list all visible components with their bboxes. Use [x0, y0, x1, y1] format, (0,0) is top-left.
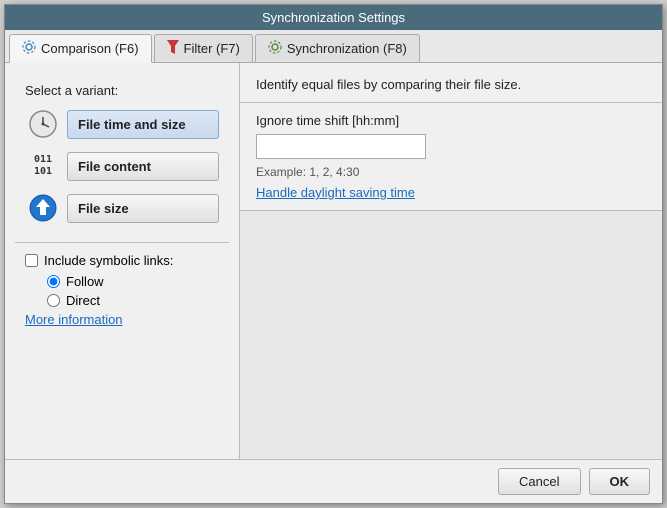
symbolic-links-checkbox[interactable]	[25, 254, 38, 267]
btn-file-size[interactable]: File size	[67, 194, 219, 223]
filter-icon	[167, 40, 179, 57]
example-text: Example: 1, 2, 4:30	[256, 165, 646, 179]
radio-direct-row: Direct	[47, 293, 219, 308]
tab-filter[interactable]: Filter (F7)	[154, 34, 253, 62]
content-area: Select a variant: File time and size	[5, 63, 662, 459]
btn-file-time-size[interactable]: File time and size	[67, 110, 219, 139]
symbolic-links-label: Include symbolic links:	[44, 253, 173, 268]
cancel-button[interactable]: Cancel	[498, 468, 580, 495]
daylight-saving-link[interactable]: Handle daylight saving time	[256, 185, 415, 200]
binary-icon-wrapper: 011101	[25, 148, 61, 184]
title-bar: Synchronization Settings	[5, 5, 662, 30]
tab-synchronization[interactable]: Synchronization (F8)	[255, 34, 420, 62]
variant-section: Select a variant: File time and size	[15, 73, 229, 242]
radio-follow-row: Follow	[47, 274, 219, 289]
tab-filter-label: Filter (F7)	[184, 41, 240, 56]
dialog-window: Synchronization Settings Comparison (F6)…	[4, 4, 663, 504]
symbolic-links-row: Include symbolic links:	[25, 253, 219, 268]
binary-icon: 011101	[34, 154, 52, 178]
left-sections: Select a variant: File time and size	[15, 73, 229, 449]
radio-group: Follow Direct	[47, 274, 219, 308]
upload-icon	[28, 193, 58, 223]
variant-file-size[interactable]: File size	[25, 190, 219, 226]
select-variant-label: Select a variant:	[25, 83, 219, 98]
right-bottom-area	[240, 210, 662, 459]
radio-follow[interactable]	[47, 275, 60, 288]
ignore-time-shift-label: Ignore time shift [hh:mm]	[256, 113, 646, 128]
ignore-time-shift-input[interactable]	[256, 134, 426, 159]
upload-icon-wrapper	[25, 190, 61, 226]
more-info-link[interactable]: More information	[25, 312, 123, 327]
window-title: Synchronization Settings	[262, 10, 405, 25]
tab-comparison[interactable]: Comparison (F6)	[9, 34, 152, 63]
radio-follow-label: Follow	[66, 274, 104, 289]
btn-file-content[interactable]: File content	[67, 152, 219, 181]
right-panel: Identify equal files by comparing their …	[240, 63, 662, 459]
tab-bar: Comparison (F6) Filter (F7) Synchronizat…	[5, 30, 662, 63]
sync-icon	[268, 40, 282, 57]
left-panel: Select a variant: File time and size	[5, 63, 240, 459]
footer: Cancel OK	[5, 459, 662, 503]
description-text: Identify equal files by comparing their …	[256, 77, 521, 92]
clock-icon-wrapper	[25, 106, 61, 142]
variant-file-content[interactable]: 011101 File content	[25, 148, 219, 184]
radio-direct-label: Direct	[66, 293, 100, 308]
clock-icon	[28, 109, 58, 139]
radio-direct[interactable]	[47, 294, 60, 307]
variant-file-time-size[interactable]: File time and size	[25, 106, 219, 142]
symbolic-section: Include symbolic links: Follow Direct Mo…	[15, 242, 229, 449]
tab-synchronization-label: Synchronization (F8)	[287, 41, 407, 56]
right-description-area: Identify equal files by comparing their …	[240, 63, 662, 102]
comparison-icon	[22, 40, 36, 57]
right-middle-area: Ignore time shift [hh:mm] Example: 1, 2,…	[240, 102, 662, 210]
ok-button[interactable]: OK	[589, 468, 651, 495]
tab-comparison-label: Comparison (F6)	[41, 41, 139, 56]
